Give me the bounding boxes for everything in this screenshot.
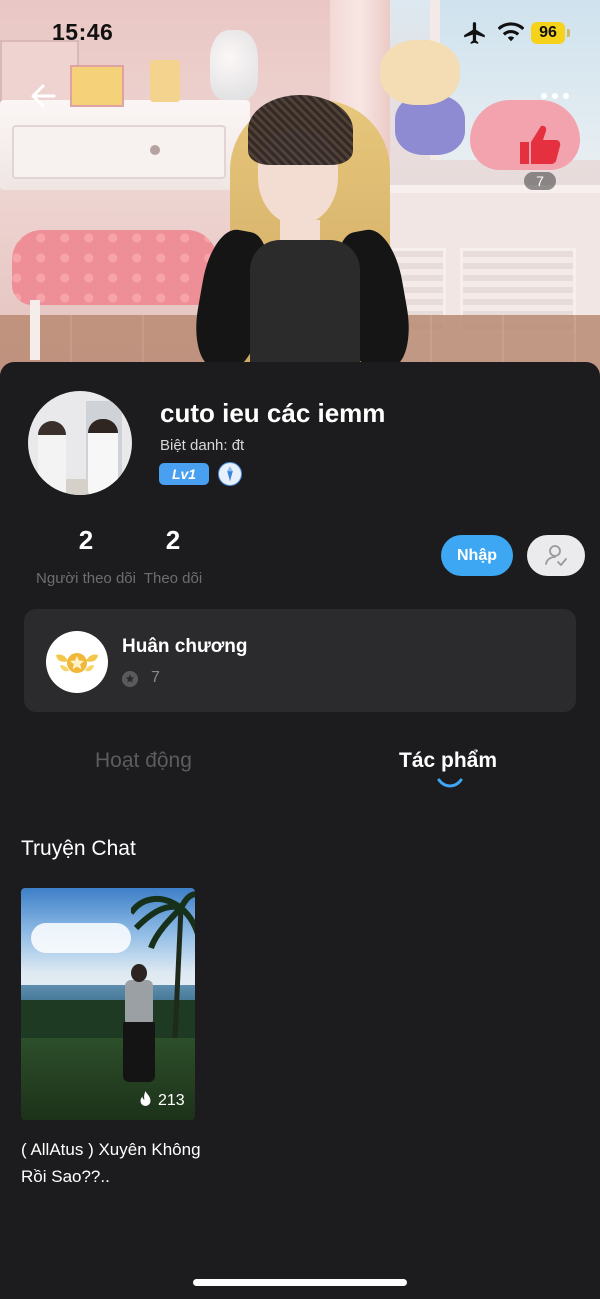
medal-title: Huân chương: [122, 636, 248, 657]
person-pants: [123, 1022, 155, 1082]
medal-icon-wrapper: [46, 631, 108, 693]
character-veil: [248, 95, 353, 165]
level-badge: Lv1: [159, 463, 209, 485]
home-indicator[interactable]: [193, 1279, 407, 1286]
user-check-icon: [545, 545, 567, 566]
fire-icon: [140, 1091, 151, 1106]
tab-activity[interactable]: Hoạt động: [95, 749, 192, 773]
followers-stat[interactable]: 2 Người theo dõi: [29, 525, 143, 587]
status-bar: 15:46 96: [0, 0, 600, 66]
following-stat[interactable]: 2 Theo dõi: [140, 525, 206, 587]
profile-nickname: Biệt danh: đt: [160, 437, 245, 454]
cover-stool: [12, 230, 217, 305]
story-cover-cloud: [31, 923, 131, 953]
section-title: Truyện Chat: [21, 837, 136, 860]
wifi-icon: [498, 22, 524, 42]
follow-button[interactable]: [527, 535, 585, 576]
cover-brush-cup: [150, 60, 180, 102]
following-count: 2: [165, 525, 181, 555]
back-arrow-icon[interactable]: [26, 80, 62, 112]
like-count: 7: [524, 172, 556, 190]
followers-label: Người theo dõi: [36, 570, 136, 587]
followers-count: 2: [78, 525, 94, 555]
cover-gift-box: [70, 65, 124, 107]
profile-name: cuto ieu các iemm: [160, 398, 386, 428]
cover-character: [188, 90, 417, 385]
status-time: 15:46: [52, 19, 114, 45]
person-head: [131, 964, 147, 982]
verified-shield-icon: [218, 462, 242, 486]
more-dots-icon[interactable]: [535, 84, 575, 108]
star-badge-icon: [122, 671, 138, 687]
cover-drawer: [12, 125, 226, 179]
battery-nub: [567, 29, 570, 37]
story-view-count: 213: [158, 1092, 185, 1109]
medal-count: 7: [151, 669, 160, 686]
enter-button[interactable]: Nhập: [441, 535, 513, 576]
airplane-mode-icon: [464, 22, 485, 44]
medal-icon: [56, 653, 98, 673]
following-label: Theo dõi: [143, 570, 203, 587]
medal-card[interactable]: Huân chương 7: [24, 609, 576, 712]
story-card[interactable]: 213: [21, 888, 195, 1120]
person-shirt: [125, 980, 153, 1026]
avatar-person-left: [38, 421, 66, 495]
story-cover-person: [121, 964, 159, 1098]
avatar-person-right: [88, 419, 118, 495]
like-button[interactable]: 7: [514, 120, 564, 192]
profile-sheet: cuto ieu các iemm Biệt danh: đt Lv1 2 Ng…: [0, 362, 600, 1299]
avatar[interactable]: [28, 391, 132, 495]
tab-works[interactable]: Tác phẩm: [399, 749, 497, 773]
thumbs-up-icon: [520, 125, 561, 164]
battery-icon: 96: [531, 22, 565, 44]
story-title[interactable]: ( AllAtus ) Xuyên Không Rồi Sao??..: [21, 1136, 201, 1190]
cover-stool-legs: [30, 300, 220, 360]
active-tab-indicator: [437, 778, 463, 788]
cover-drawer-knob: [150, 145, 160, 155]
